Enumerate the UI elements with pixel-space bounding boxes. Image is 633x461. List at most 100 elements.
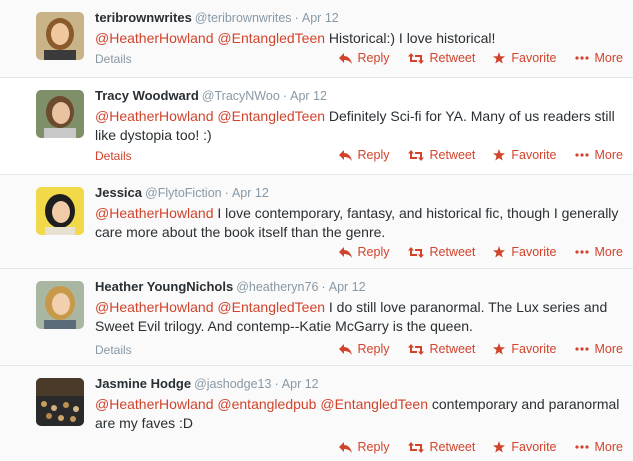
separator-dot: ·	[282, 88, 288, 103]
retweet-button[interactable]: Retweet	[407, 148, 476, 162]
retweet-label: Retweet	[429, 148, 476, 162]
tweet-username[interactable]: @FlytoFiction	[145, 186, 222, 200]
star-icon	[493, 343, 506, 355]
favorite-button[interactable]: Favorite	[493, 342, 557, 356]
more-dots-icon	[574, 153, 589, 157]
favorite-button[interactable]: Favorite	[493, 148, 557, 162]
reply-icon	[338, 441, 352, 453]
details-link[interactable]: Details	[95, 149, 132, 163]
details-link[interactable]: Details	[95, 343, 132, 357]
reply-label: Reply	[357, 342, 390, 356]
more-label: More	[594, 148, 623, 162]
tweet-timestamp[interactable]: Apr 12	[329, 280, 366, 294]
retweet-icon	[407, 246, 424, 258]
mention-link[interactable]: @HeatherHowland	[95, 205, 214, 221]
tweet-text: @HeatherHowland @entangledpub @Entangled…	[95, 395, 625, 433]
tweet-fullname[interactable]: Jessica	[95, 185, 142, 200]
more-button[interactable]: More	[574, 342, 623, 356]
more-label: More	[594, 342, 623, 356]
avatar[interactable]	[36, 90, 84, 138]
tweet-username[interactable]: @teribrownwrites	[195, 11, 292, 25]
avatar[interactable]	[36, 12, 84, 60]
favorite-label: Favorite	[511, 148, 557, 162]
favorite-button[interactable]: Favorite	[493, 440, 557, 454]
mention-link[interactable]: @HeatherHowland	[95, 396, 214, 412]
tweet-fullname[interactable]: Tracy Woodward	[95, 88, 199, 103]
avatar[interactable]	[36, 281, 84, 329]
retweet-button[interactable]: Retweet	[407, 51, 475, 65]
tweet[interactable]: Jessica @FlytoFiction · Apr 12 @HeatherHowl…	[0, 175, 633, 269]
reply-button[interactable]: Reply	[338, 51, 390, 65]
reply-icon	[338, 52, 352, 64]
separator-dot: ·	[274, 376, 279, 391]
retweet-icon	[407, 52, 424, 64]
tweet[interactable]: Heather YoungNichols @heatheryn76 · Apr 12 …	[0, 269, 633, 366]
mention-link[interactable]: @HeatherHowland	[95, 108, 214, 124]
avatar[interactable]	[36, 378, 84, 426]
retweet-label: Retweet	[429, 440, 476, 454]
more-button[interactable]: More	[574, 245, 623, 259]
tweet-username[interactable]: @heatheryn76	[236, 280, 318, 294]
tweet-fullname[interactable]: Jasmine Hodge	[95, 376, 191, 391]
tweet-timestamp[interactable]: Apr 12	[232, 186, 269, 200]
favorite-button[interactable]: Favorite	[493, 245, 557, 259]
reply-label: Reply	[357, 51, 390, 65]
mention-link[interactable]: @EntangledTeen	[320, 396, 428, 412]
reply-button[interactable]: Reply	[338, 245, 390, 259]
more-dots-icon	[574, 56, 589, 60]
reply-label: Reply	[357, 440, 390, 454]
reply-icon	[338, 343, 352, 355]
favorite-label: Favorite	[511, 51, 557, 65]
tweet-timestamp[interactable]: Apr 12	[302, 11, 339, 25]
tweet-actions: Reply Retweet Favorite More	[321, 148, 623, 162]
tweet-text: @HeatherHowland @EntangledTeen I do stil…	[95, 298, 625, 336]
tweet-actions: Reply Retweet Favorite More	[321, 342, 623, 356]
mention-link[interactable]: @entangledpub	[217, 396, 316, 412]
favorite-label: Favorite	[511, 440, 557, 454]
more-dots-icon	[574, 250, 589, 254]
more-button[interactable]: More	[574, 440, 623, 454]
tweet-header: Jasmine Hodge @jashodge13 · Apr 12	[95, 375, 319, 393]
tweet[interactable]: teribrownwrites @teribrownwrites · Apr 12 @…	[0, 0, 633, 78]
tweet-header: Tracy Woodward @TracyNWoo · Apr 12	[95, 87, 327, 105]
more-button[interactable]: More	[574, 148, 623, 162]
retweet-button[interactable]: Retweet	[407, 440, 476, 454]
tweet-header: teribrownwrites @teribrownwrites · Apr 12	[95, 9, 339, 27]
favorite-label: Favorite	[511, 342, 557, 356]
reply-icon	[338, 149, 352, 161]
more-dots-icon	[574, 445, 589, 449]
mention-link[interactable]: @EntangledTeen	[217, 108, 325, 124]
tweet-username[interactable]: @TracyNWoo	[202, 89, 280, 103]
retweet-button[interactable]: Retweet	[407, 245, 475, 259]
retweet-button[interactable]: Retweet	[407, 342, 475, 356]
more-dots-icon	[574, 347, 589, 351]
tweet-username[interactable]: @jashodge13	[194, 377, 271, 391]
tweet-timestamp[interactable]: Apr 12	[290, 89, 327, 103]
favorite-button[interactable]: Favorite	[493, 51, 557, 65]
tweet-timestamp[interactable]: Apr 12	[282, 377, 319, 391]
more-label: More	[594, 245, 623, 259]
mention-link[interactable]: @HeatherHowland	[95, 299, 214, 315]
tweet-fullname[interactable]: Heather YoungNichols	[95, 279, 233, 294]
tweet-fullname[interactable]: teribrownwrites	[95, 10, 192, 25]
mention-link[interactable]: @EntangledTeen	[217, 299, 325, 315]
mention-link[interactable]: @HeatherHowland	[95, 30, 214, 46]
separator-dot: ·	[294, 10, 299, 25]
reply-button[interactable]: Reply	[338, 342, 390, 356]
avatar[interactable]	[36, 187, 84, 235]
details-link[interactable]: Details	[95, 52, 132, 66]
reply-button[interactable]: Reply	[338, 148, 390, 162]
more-label: More	[594, 51, 623, 65]
retweet-icon	[407, 441, 424, 453]
tweet[interactable]: Tracy Woodward @TracyNWoo · Apr 12 @Heather…	[0, 78, 633, 175]
tweet-text: @HeatherHowland @EntangledTeen Historica…	[95, 29, 625, 48]
mention-link[interactable]: @EntangledTeen	[217, 30, 325, 46]
reply-label: Reply	[357, 148, 390, 162]
more-button[interactable]: More	[574, 51, 623, 65]
star-icon	[493, 52, 506, 64]
star-icon	[493, 149, 506, 161]
reply-label: Reply	[357, 245, 390, 259]
tweet[interactable]: Jasmine Hodge @jashodge13 · Apr 12 @Heather…	[0, 366, 633, 461]
retweet-icon	[407, 149, 424, 161]
reply-button[interactable]: Reply	[338, 440, 390, 454]
